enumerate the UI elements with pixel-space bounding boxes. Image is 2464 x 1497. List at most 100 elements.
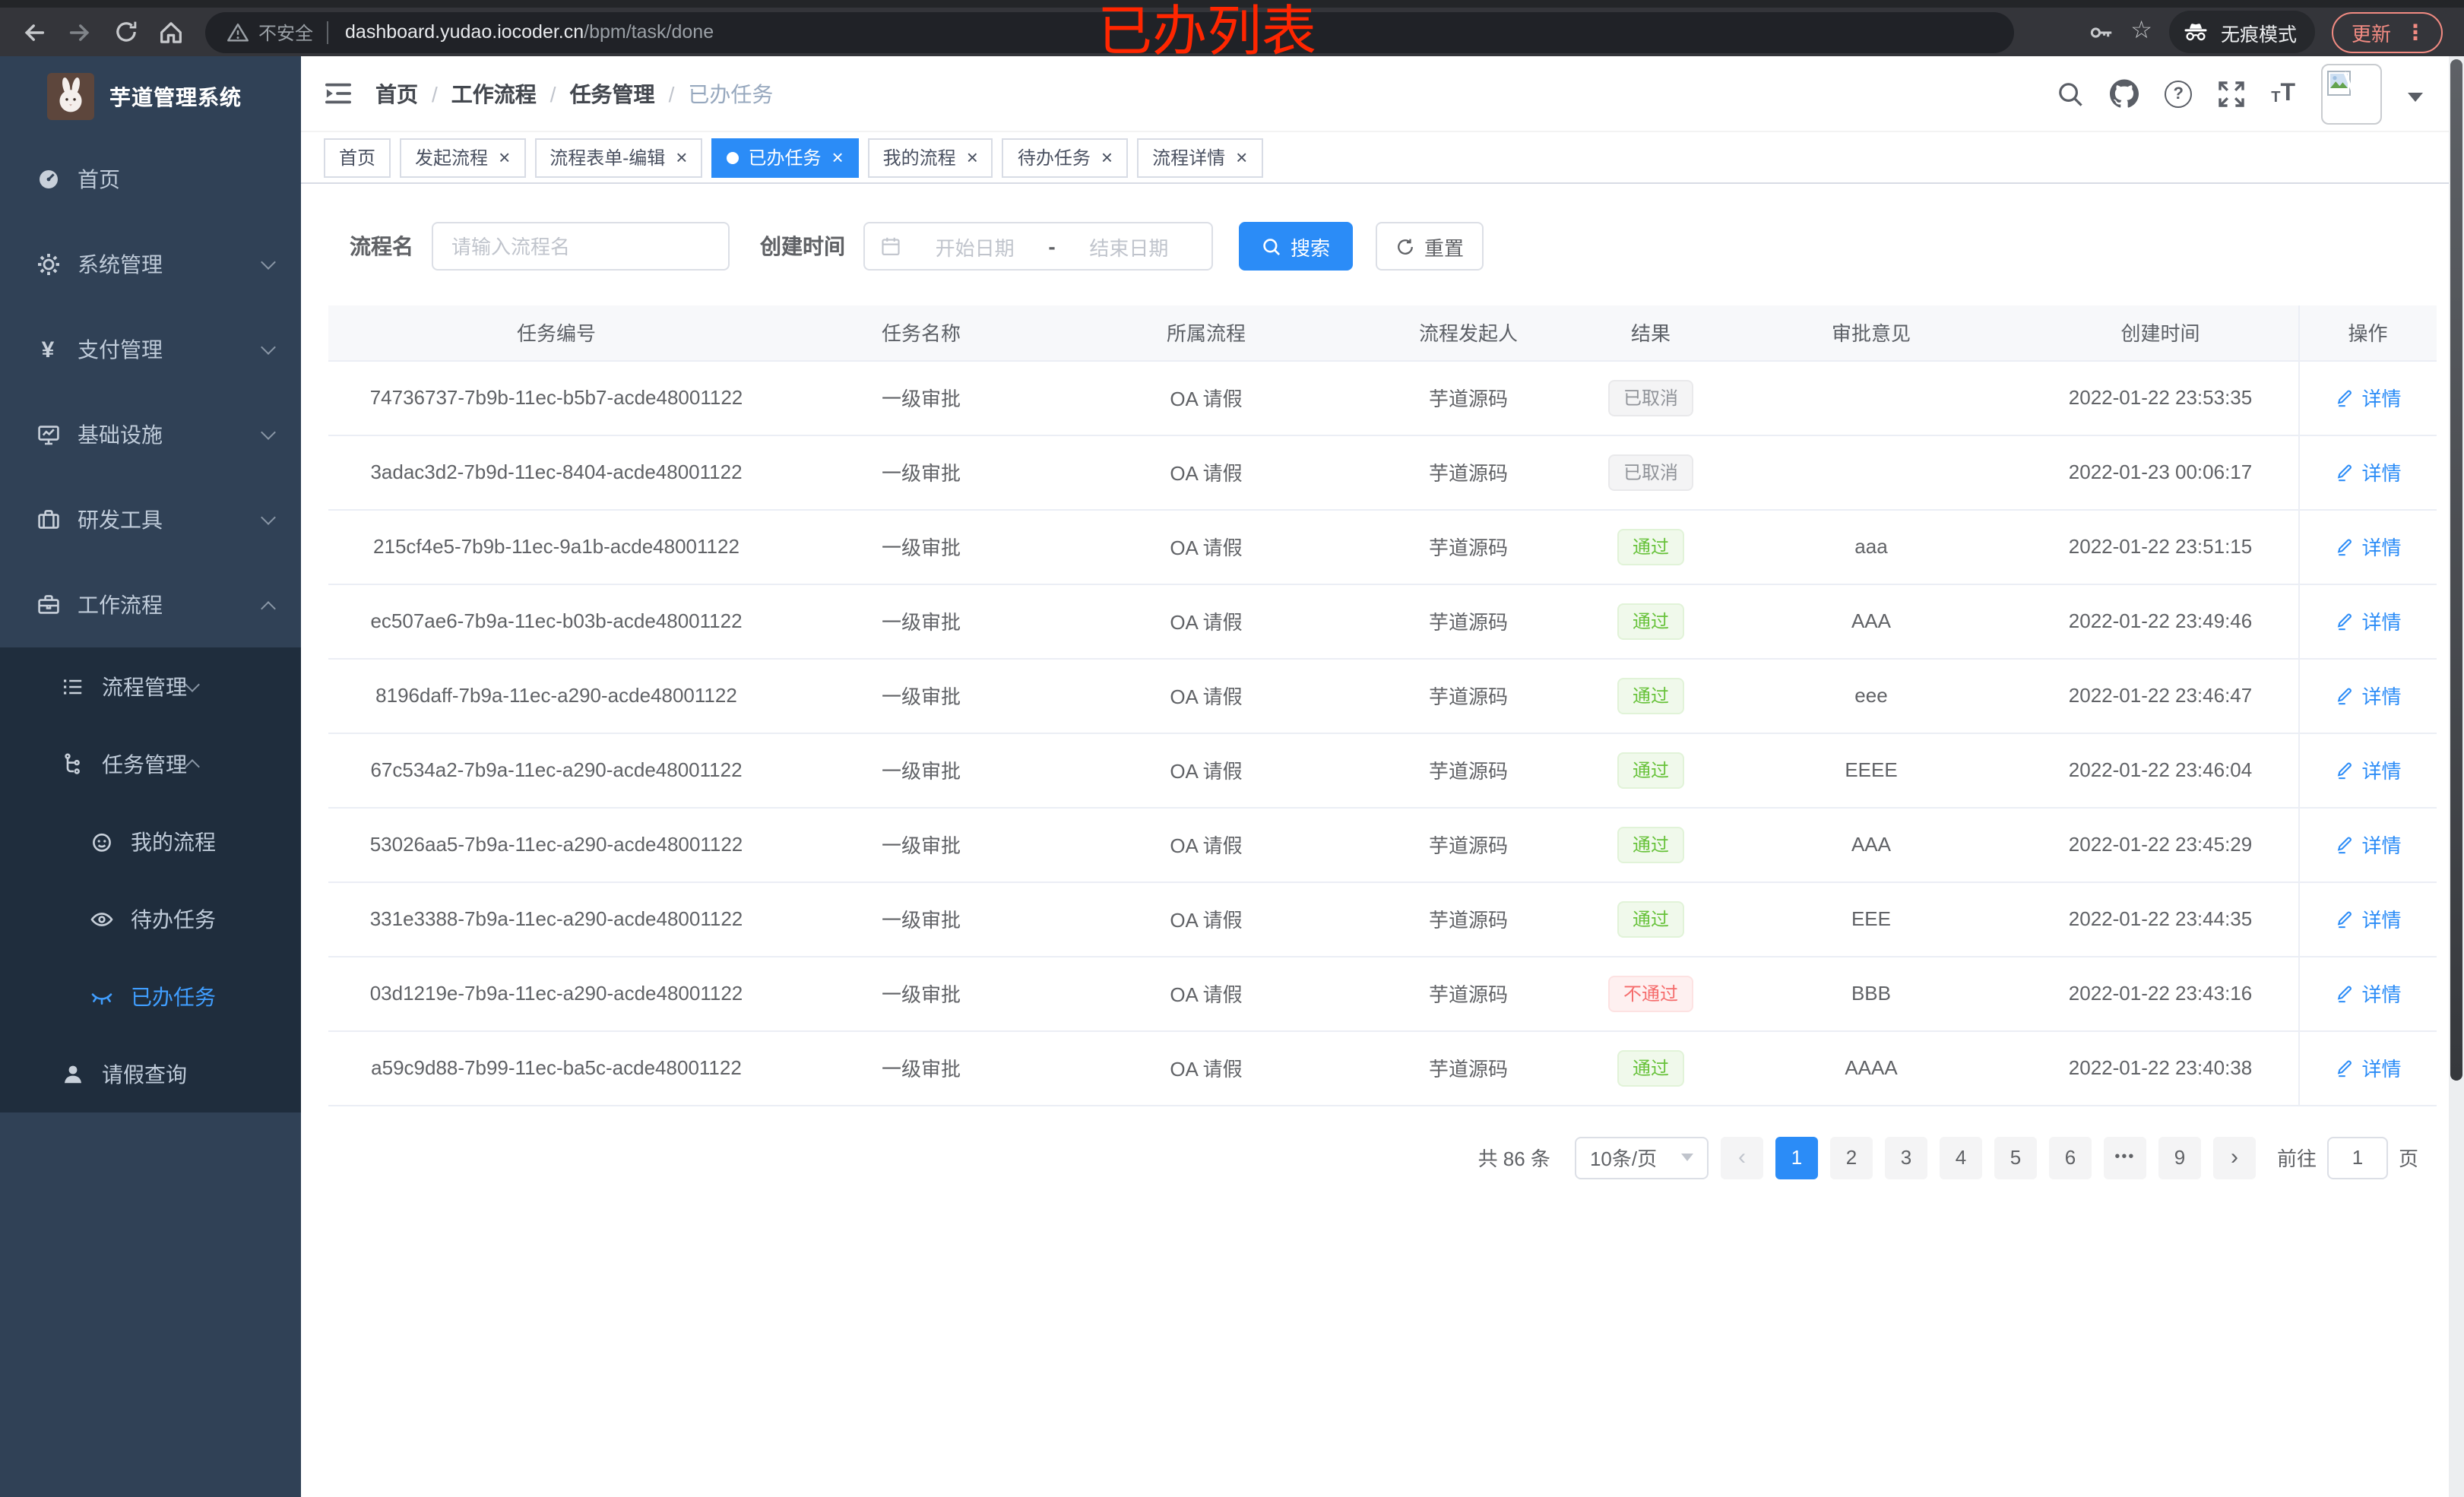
forward-icon[interactable] bbox=[61, 13, 99, 51]
sidebar-item-workflow[interactable]: 工作流程 bbox=[0, 562, 301, 647]
process-name-input[interactable] bbox=[432, 222, 730, 271]
tab-process-form-edit[interactable]: 流程表单-编辑 × bbox=[534, 138, 703, 177]
tab-start-process[interactable]: 发起流程 × bbox=[400, 138, 526, 177]
search-icon[interactable] bbox=[2057, 80, 2084, 107]
breadcrumb-task-mgmt[interactable]: 任务管理 bbox=[570, 78, 655, 109]
reset-button[interactable]: 重置 bbox=[1376, 222, 1484, 271]
cell-process: OA 请假 bbox=[1058, 509, 1354, 584]
page-button-5[interactable]: 5 bbox=[1994, 1136, 2037, 1179]
status-badge: 通过 bbox=[1617, 1049, 1684, 1086]
update-label: 更新 bbox=[2351, 22, 2391, 45]
bookmark-star-icon[interactable]: ☆ bbox=[2130, 19, 2152, 44]
detail-link[interactable]: 详情 bbox=[2334, 383, 2402, 412]
detail-link[interactable]: 详情 bbox=[2334, 904, 2402, 933]
browser-menu-icon[interactable]: ⋮ bbox=[2405, 19, 2426, 45]
detail-label: 详情 bbox=[2361, 1058, 2402, 1081]
chevron-down-icon bbox=[1680, 1154, 1693, 1167]
status-badge: 通过 bbox=[1617, 677, 1684, 714]
close-icon[interactable]: × bbox=[499, 147, 510, 167]
sidebar-item-label: 系统管理 bbox=[78, 252, 163, 277]
tab-my-process[interactable]: 我的流程 × bbox=[867, 138, 993, 177]
github-icon[interactable] bbox=[2110, 79, 2139, 108]
sidebar-item-my-process[interactable]: 我的流程 bbox=[0, 802, 301, 880]
reload-icon[interactable] bbox=[106, 13, 144, 51]
sidebar-item-devtools[interactable]: 研发工具 bbox=[0, 477, 301, 562]
chevron-down-icon bbox=[261, 510, 276, 525]
sidebar-item-todo-tasks[interactable]: 待办任务 bbox=[0, 880, 301, 957]
sidebar-item-label: 待办任务 bbox=[131, 907, 216, 931]
prev-page-button[interactable]: ‹ bbox=[1720, 1136, 1763, 1179]
close-icon[interactable]: × bbox=[967, 147, 978, 167]
scrollbar-thumb[interactable] bbox=[2450, 59, 2462, 1081]
detail-link[interactable]: 详情 bbox=[2334, 979, 2402, 1008]
cell-task-id: 215cf4e5-7b9b-11ec-9a1b-acde48001122 bbox=[328, 509, 784, 584]
tab-process-detail[interactable]: 流程详情 × bbox=[1137, 138, 1263, 177]
detail-link[interactable]: 详情 bbox=[2334, 606, 2402, 635]
date-range-picker[interactable]: 开始日期 - 结束日期 bbox=[863, 222, 1213, 271]
detail-link[interactable]: 详情 bbox=[2334, 1053, 2402, 1082]
back-icon[interactable] bbox=[15, 13, 53, 51]
page-button-1[interactable]: 1 bbox=[1775, 1136, 1818, 1179]
search-button[interactable]: 搜索 bbox=[1239, 222, 1354, 271]
goto-page-input[interactable] bbox=[2326, 1136, 2388, 1179]
status-badge: 通过 bbox=[1617, 826, 1684, 862]
collapse-sidebar-icon[interactable] bbox=[324, 81, 353, 106]
help-icon[interactable]: ? bbox=[2165, 80, 2193, 107]
sidebar-item-process-mgmt[interactable]: 流程管理 bbox=[0, 647, 301, 725]
logo-row[interactable]: 芋道管理系统 bbox=[0, 56, 301, 137]
more-pages-button[interactable]: ••• bbox=[2103, 1136, 2146, 1179]
key-icon[interactable] bbox=[2088, 19, 2114, 45]
detail-label: 详情 bbox=[2361, 983, 2402, 1006]
scrollbar[interactable] bbox=[2449, 56, 2464, 1497]
fullscreen-icon[interactable] bbox=[2218, 80, 2245, 107]
breadcrumb-home[interactable]: 首页 bbox=[375, 78, 418, 109]
cell-comment bbox=[1719, 360, 2023, 435]
sidebar-item-leave-query[interactable]: 请假查询 bbox=[0, 1035, 301, 1112]
page-button-3[interactable]: 3 bbox=[1884, 1136, 1927, 1179]
cell-process: OA 请假 bbox=[1058, 435, 1354, 510]
cell-comment: BBB bbox=[1719, 956, 2023, 1031]
sidebar-item-home[interactable]: 首页 bbox=[0, 137, 301, 222]
page-button-2[interactable]: 2 bbox=[1829, 1136, 1873, 1179]
sidebar-item-system[interactable]: 系统管理 bbox=[0, 222, 301, 307]
tab-home[interactable]: 首页 bbox=[324, 138, 391, 177]
page-button-6[interactable]: 6 bbox=[2048, 1136, 2092, 1179]
tab-todo-tasks[interactable]: 待办任务 × bbox=[1002, 138, 1129, 177]
sidebar-item-done-tasks[interactable]: 已办任务 bbox=[0, 957, 301, 1035]
avatar-caret-icon[interactable] bbox=[2408, 93, 2423, 109]
page-button-4[interactable]: 4 bbox=[1939, 1136, 1982, 1179]
reset-label: 重置 bbox=[1424, 236, 1465, 259]
range-separator: - bbox=[1048, 234, 1056, 258]
close-icon[interactable]: × bbox=[831, 147, 843, 167]
detail-link[interactable]: 详情 bbox=[2334, 681, 2402, 710]
detail-link[interactable]: 详情 bbox=[2334, 532, 2402, 561]
home-icon[interactable] bbox=[152, 13, 190, 51]
security-label[interactable]: 不安全 bbox=[258, 19, 313, 45]
close-icon[interactable]: × bbox=[1101, 147, 1113, 167]
detail-link[interactable]: 详情 bbox=[2334, 457, 2402, 486]
tab-done-tasks[interactable]: 已办任务 × bbox=[711, 138, 859, 177]
header-create-time: 创建时间 bbox=[2023, 305, 2298, 361]
avatar[interactable] bbox=[2321, 63, 2382, 124]
page-button-9[interactable]: 9 bbox=[2158, 1136, 2201, 1179]
big-t: T bbox=[2280, 80, 2295, 106]
small-t: T bbox=[2271, 89, 2281, 106]
detail-label: 详情 bbox=[2361, 388, 2402, 410]
cell-task-name: 一级审批 bbox=[784, 509, 1058, 584]
close-icon[interactable]: × bbox=[1236, 147, 1247, 167]
sidebar-item-payment[interactable]: ¥ 支付管理 bbox=[0, 307, 301, 392]
next-page-button[interactable]: › bbox=[2212, 1136, 2256, 1179]
sidebar-item-infra[interactable]: 基础设施 bbox=[0, 392, 301, 477]
cell-initiator: 芋道源码 bbox=[1354, 733, 1582, 808]
close-icon[interactable]: × bbox=[676, 147, 687, 167]
detail-link[interactable]: 详情 bbox=[2334, 830, 2402, 859]
chevron-up-icon bbox=[185, 759, 200, 774]
table-row: a59c9d88-7b99-11ec-ba5c-acde48001122 一级审… bbox=[328, 1030, 2437, 1106]
breadcrumb-workflow[interactable]: 工作流程 bbox=[451, 78, 537, 109]
update-button[interactable]: 更新 ⋮ bbox=[2331, 11, 2443, 52]
font-size-icon[interactable]: TT bbox=[2271, 81, 2295, 106]
page-size-select[interactable]: 10条/页 bbox=[1574, 1136, 1709, 1179]
detail-link[interactable]: 详情 bbox=[2334, 755, 2402, 784]
sidebar-item-task-mgmt[interactable]: 任务管理 bbox=[0, 725, 301, 802]
detail-label: 详情 bbox=[2361, 760, 2402, 783]
